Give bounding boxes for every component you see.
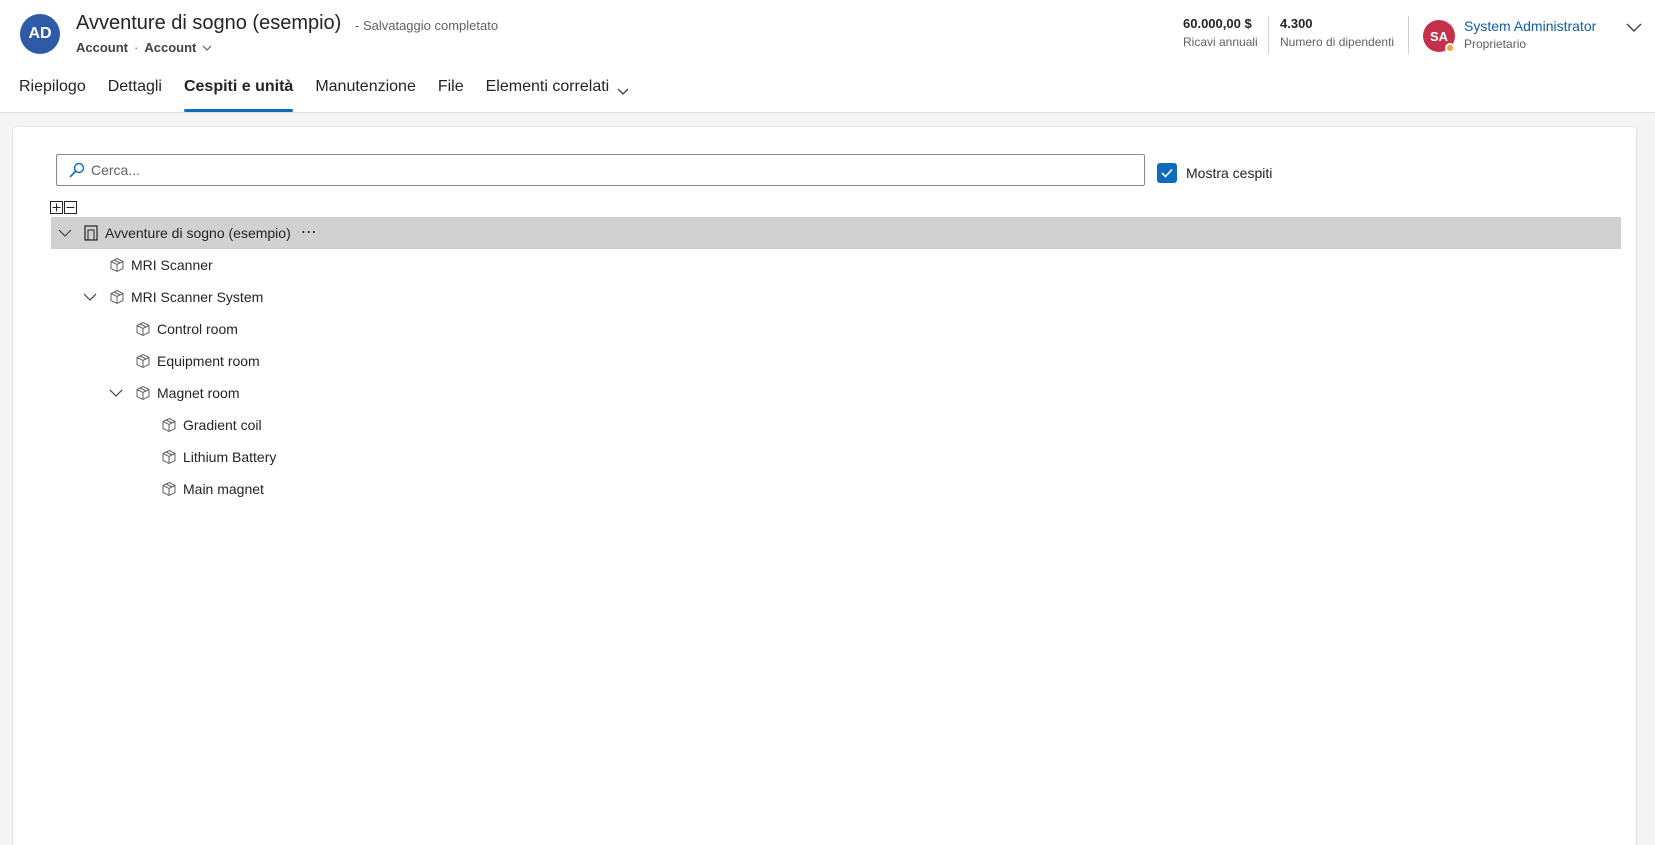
tab-file[interactable]: File <box>438 78 464 112</box>
tree-expand-collapse <box>50 201 77 214</box>
kpi-label: Numero di dipendenti <box>1280 35 1395 49</box>
tab-label: Riepilogo <box>19 78 86 95</box>
record-avatar: AD <box>20 14 60 54</box>
search-icon <box>63 162 91 178</box>
tree-node-label[interactable]: MRI Scanner System <box>131 289 263 305</box>
chevron-down-icon <box>617 83 629 101</box>
kpi-annual-revenue: 60.000,00 $ Ricavi annuali <box>1183 16 1258 49</box>
tree-node[interactable]: Control room <box>135 313 238 345</box>
expand-all-icon[interactable] <box>50 201 63 214</box>
tree-node[interactable]: Lithium Battery <box>161 441 276 473</box>
tree-node-label[interactable]: Gradient coil <box>183 417 262 433</box>
collapse-all-icon[interactable] <box>64 201 77 214</box>
tab-riepilogo[interactable]: Riepilogo <box>19 78 86 112</box>
chevron-down-icon[interactable] <box>108 385 124 401</box>
tab-label: Dettagli <box>107 78 162 95</box>
asset-cube-icon <box>161 417 177 433</box>
asset-cube-icon <box>161 481 177 497</box>
kpi-value: 60.000,00 $ <box>1183 16 1252 31</box>
asset-cube-icon <box>109 257 125 273</box>
search-field[interactable] <box>56 154 1145 186</box>
kpi-divider <box>1268 16 1269 54</box>
chevron-down-icon[interactable] <box>82 289 98 305</box>
kpi-divider <box>1408 16 1409 54</box>
asset-cube-icon <box>135 321 151 337</box>
tree-node-label[interactable]: Avventure di sogno (esempio) <box>105 225 291 241</box>
tree-node-label[interactable]: Control room <box>157 321 238 337</box>
tab-list: Riepilogo Dettagli Cespiti e unità Manut… <box>19 78 629 112</box>
tree-node[interactable]: Main magnet <box>161 473 264 505</box>
tree-node-label[interactable]: Lithium Battery <box>183 449 276 465</box>
entity-breadcrumb: Account · Account <box>76 40 212 55</box>
kpi-value: 4.300 <box>1280 16 1313 31</box>
show-assets-label: Mostra cespiti <box>1186 165 1273 181</box>
tree-node[interactable]: Gradient coil <box>161 409 262 441</box>
expand-header-chevron-icon[interactable] <box>1624 18 1644 38</box>
show-assets-toggle[interactable]: Mostra cespiti <box>1157 163 1272 183</box>
presence-status-icon <box>1445 43 1455 53</box>
tab-manutenzione[interactable]: Manutenzione <box>315 78 416 112</box>
tab-cespiti-e-unita[interactable]: Cespiti e unità <box>183 78 294 112</box>
kpi-employees: 4.300 Numero di dipendenti <box>1280 16 1394 49</box>
form-selector[interactable]: Account <box>144 40 196 55</box>
record-title: Avventure di sogno (esempio) <box>76 12 342 34</box>
tree-node-label[interactable]: Main magnet <box>183 481 264 497</box>
chevron-down-icon[interactable] <box>57 225 73 241</box>
tree-node-label[interactable]: Magnet room <box>157 385 239 401</box>
record-header: AD Avventure di sogno (esempio) - Salvat… <box>0 0 1655 113</box>
owner-link[interactable]: System Administrator <box>1464 18 1596 34</box>
tree-node-label[interactable]: Equipment room <box>157 353 260 369</box>
asset-cube-icon <box>161 449 177 465</box>
entity-name: Account <box>76 40 128 55</box>
more-options-icon[interactable]: ⋯ <box>301 225 318 241</box>
tree-root-row[interactable]: Avventure di sogno (esempio) ⋯ <box>51 217 1621 249</box>
tab-elementi-correlati[interactable]: Elementi correlati <box>486 78 630 112</box>
asset-cube-icon <box>135 385 151 401</box>
search-input[interactable] <box>91 162 1144 178</box>
tree-node[interactable]: Equipment room <box>135 345 260 377</box>
separator-dot: · <box>134 40 139 55</box>
tab-label: File <box>437 78 464 95</box>
account-icon <box>83 225 99 241</box>
owner-role-label: Proprietario <box>1464 37 1527 51</box>
tree-node[interactable]: MRI Scanner System <box>82 281 263 313</box>
show-assets-checkbox[interactable] <box>1157 163 1177 183</box>
save-status: - Salvataggio completato <box>355 18 499 33</box>
tab-label: Manutenzione <box>315 78 416 95</box>
tab-dettagli[interactable]: Dettagli <box>108 78 162 112</box>
kpi-label: Ricavi annuali <box>1183 35 1258 49</box>
tab-label: Cespiti e unità <box>183 78 294 95</box>
tab-label: Elementi correlati <box>485 78 610 95</box>
asset-cube-icon <box>109 289 125 305</box>
asset-cube-icon <box>135 353 151 369</box>
tree-node-label[interactable]: MRI Scanner <box>131 257 213 273</box>
tree-node[interactable]: MRI Scanner <box>109 249 213 281</box>
tree-node[interactable]: Magnet room <box>108 377 239 409</box>
chevron-down-icon[interactable] <box>202 43 212 53</box>
